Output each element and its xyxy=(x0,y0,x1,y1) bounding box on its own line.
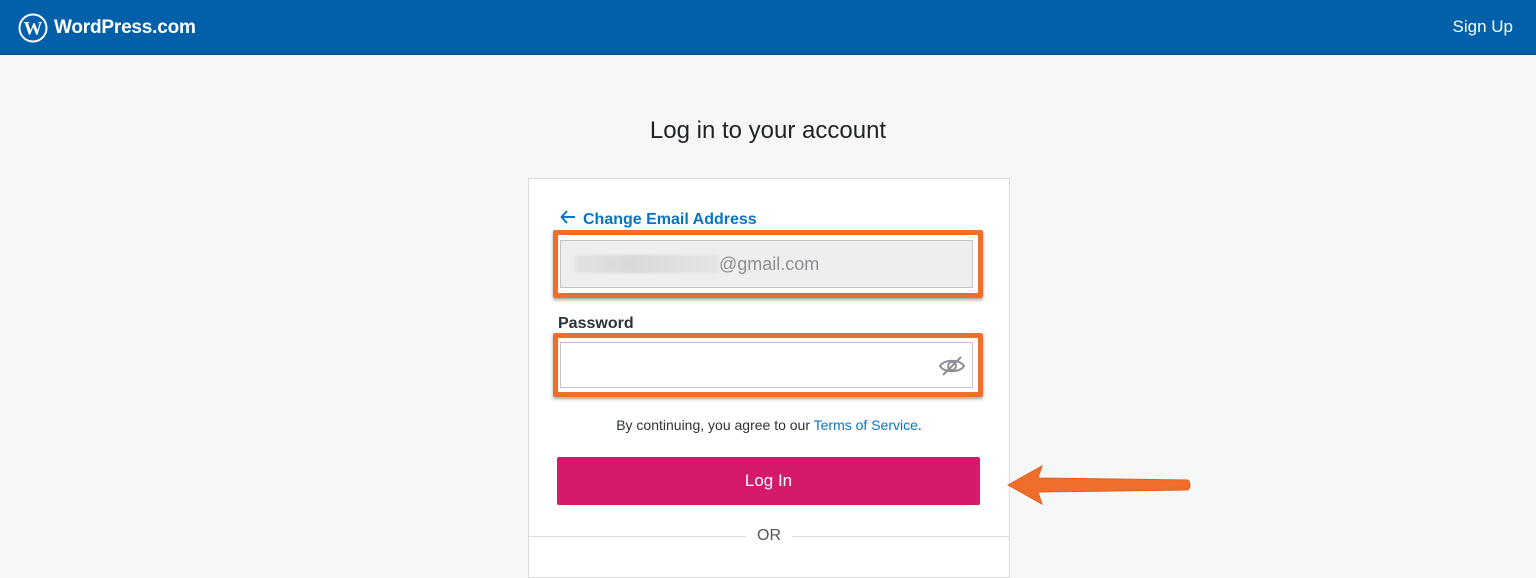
eye-slash-icon[interactable] xyxy=(938,354,966,378)
terms-suffix: . xyxy=(917,417,922,433)
login-button[interactable]: Log In xyxy=(557,457,980,505)
divider-line-right xyxy=(792,536,1010,537)
top-bar: W WordPress.com Sign Up xyxy=(0,0,1536,55)
password-field[interactable] xyxy=(560,342,973,388)
page-title: Log in to your account xyxy=(649,117,887,144)
signup-link[interactable]: Sign Up xyxy=(1453,17,1513,37)
redacted-email-username xyxy=(575,255,719,273)
password-label: Password xyxy=(558,315,634,332)
change-email-label: Change Email Address xyxy=(583,210,757,228)
brand-home-link[interactable]: W WordPress.com xyxy=(18,13,196,43)
terms-of-service-link[interactable]: Terms of Service xyxy=(814,417,918,433)
arrow-left-icon xyxy=(560,210,583,229)
change-email-link[interactable]: Change Email Address xyxy=(560,210,757,229)
email-field[interactable]: @gmail.com xyxy=(560,240,973,288)
terms-prefix: By continuing, you agree to our xyxy=(616,417,814,433)
terms-notice: By continuing, you agree to our Terms of… xyxy=(528,417,1010,433)
svg-text:W: W xyxy=(24,19,43,40)
brand-name: WordPress.com xyxy=(54,17,196,38)
or-divider: OR xyxy=(528,526,1010,548)
email-value: @gmail.com xyxy=(719,254,820,274)
annotation-arrow xyxy=(1000,460,1200,515)
wordpress-logo-icon: W xyxy=(18,13,48,43)
